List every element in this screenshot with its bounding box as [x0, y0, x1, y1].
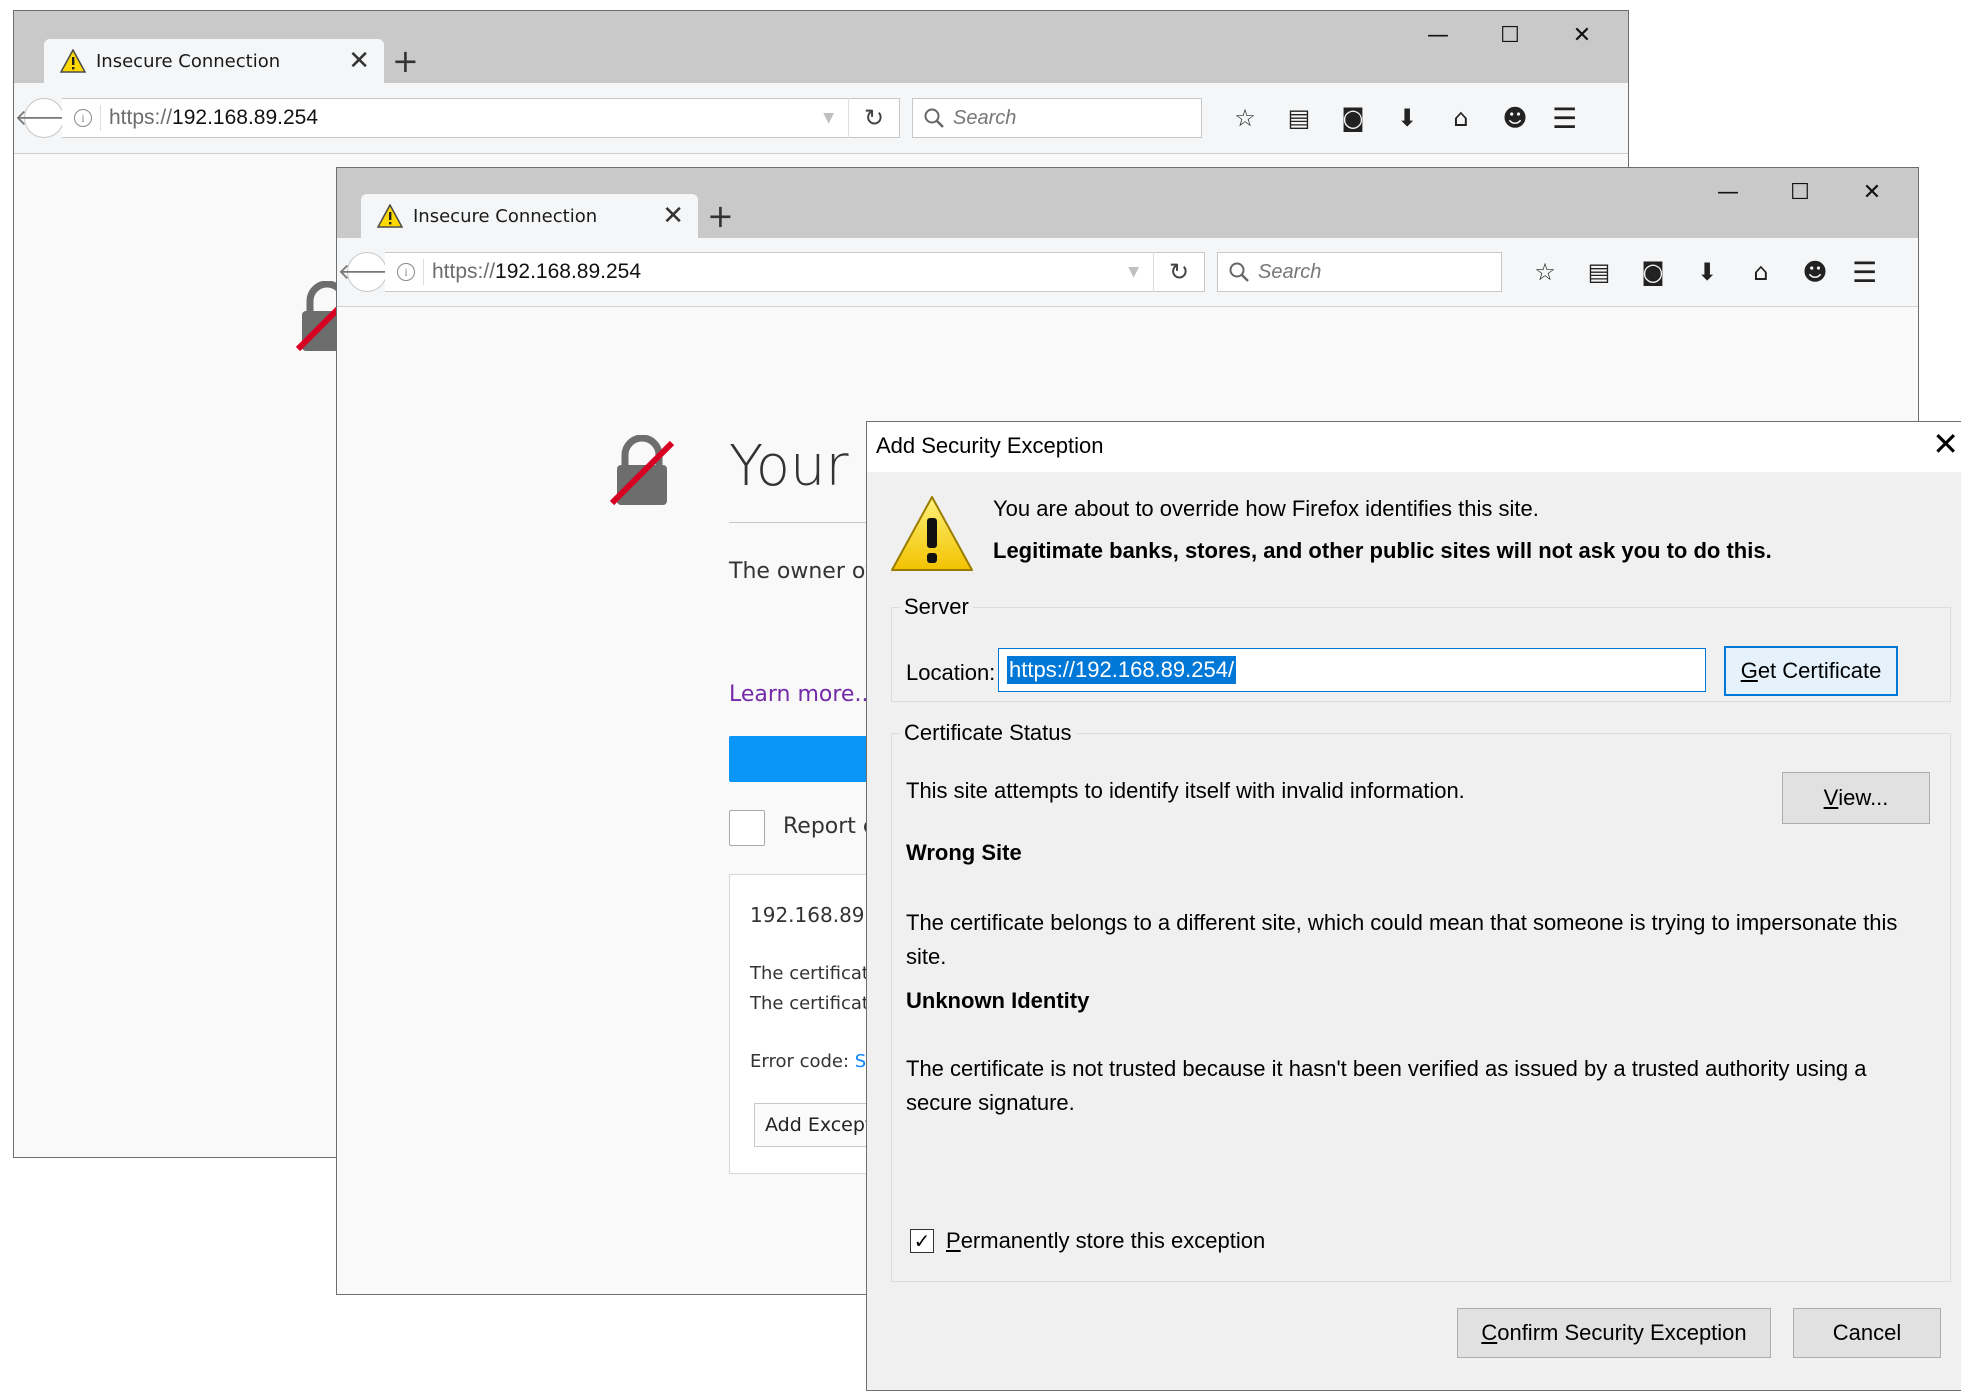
bookmark-star-icon[interactable]: ☆: [1218, 104, 1272, 132]
download-icon[interactable]: ⬇: [1380, 104, 1434, 132]
chat-icon[interactable]: ☻: [1488, 104, 1542, 132]
dialog-warning-text: Legitimate banks, stores, and other publ…: [993, 538, 1772, 563]
warning-icon: [60, 49, 86, 73]
dialog-message: You are about to override how Firefox id…: [993, 496, 1539, 521]
url-bar[interactable]: i https://192.168.89.254 ▼ ↻: [62, 98, 900, 138]
reading-list-icon[interactable]: ▤: [1572, 258, 1626, 286]
pocket-icon[interactable]: ◙: [1326, 104, 1380, 132]
permanent-store-label: Permanently store this exception: [946, 1228, 1266, 1253]
window-controls: — ☐ ✕: [1402, 25, 1618, 47]
bookmark-star-icon[interactable]: ☆: [1518, 258, 1572, 286]
advanced-host: 192.168.89.2: [750, 903, 884, 927]
home-icon[interactable]: ⌂: [1434, 104, 1488, 132]
wrong-site-heading: Wrong Site: [906, 840, 1022, 865]
close-window-icon[interactable]: ✕: [1836, 182, 1908, 204]
url-text[interactable]: https://192.168.89.254: [432, 260, 1128, 284]
tab-insecure-connection[interactable]: Insecure Connection ✕: [44, 39, 384, 83]
nav-bar: 🡐 i https://192.168.89.254 ▼ ↻ Search ☆ …: [337, 238, 1918, 307]
new-tab-icon[interactable]: +: [707, 200, 734, 232]
advanced-line: The certificat: [750, 993, 869, 1014]
info-icon[interactable]: i: [74, 109, 92, 127]
advanced-line: The certificat: [750, 963, 869, 984]
toolbar-icons: ☆ ▤ ◙ ⬇ ⌂ ☻: [1218, 104, 1542, 132]
search-icon: [1229, 262, 1249, 282]
learn-more-link[interactable]: Learn more...: [729, 682, 875, 707]
error-code: Error code: S: [750, 1051, 867, 1072]
reading-list-icon[interactable]: ▤: [1272, 104, 1326, 132]
tab-insecure-connection[interactable]: Insecure Connection ✕: [361, 194, 698, 238]
tab-strip: Insecure Connection ✕ + — ☐ ✕: [14, 11, 1628, 83]
back-arrow-icon[interactable]: 🡐: [15, 98, 74, 138]
dialog-titlebar: Add Security Exception ✕: [867, 422, 1961, 472]
url-bar[interactable]: i https://192.168.89.254 ▼ ↻: [385, 252, 1205, 292]
tab-close-icon[interactable]: ✕: [348, 48, 370, 74]
new-tab-icon[interactable]: +: [392, 45, 419, 77]
unknown-identity-heading: Unknown Identity: [906, 988, 1090, 1013]
search-placeholder: Search: [1258, 260, 1322, 283]
reload-icon[interactable]: ↻: [1153, 252, 1204, 292]
tab-title: Insecure Connection: [413, 205, 598, 227]
permanent-store-checkbox[interactable]: ✓ Permanently store this exception: [910, 1228, 1265, 1254]
toolbar-icons: ☆ ▤ ◙ ⬇ ⌂ ☻: [1518, 258, 1842, 286]
home-icon[interactable]: ⌂: [1734, 258, 1788, 286]
minimize-icon[interactable]: —: [1402, 25, 1474, 47]
status-intro: This site attempts to identify itself wi…: [906, 778, 1465, 803]
back-arrow-icon[interactable]: 🡐: [338, 252, 397, 292]
location-input[interactable]: https://192.168.89.254/: [998, 648, 1706, 692]
get-certificate-button[interactable]: Get Certificate: [1724, 646, 1898, 696]
view-certificate-button[interactable]: View...: [1782, 772, 1930, 824]
download-icon[interactable]: ⬇: [1680, 258, 1734, 286]
menu-icon[interactable]: ☰: [1852, 256, 1877, 289]
maximize-icon[interactable]: ☐: [1474, 25, 1546, 47]
search-bar[interactable]: Search: [1217, 252, 1502, 292]
dialog-title: Add Security Exception: [876, 433, 1104, 458]
tab-close-icon[interactable]: ✕: [662, 203, 684, 229]
chat-icon[interactable]: ☻: [1788, 258, 1842, 286]
checkbox-checked-icon[interactable]: ✓: [910, 1229, 934, 1253]
nav-bar: 🡐 i https://192.168.89.254 ▼ ↻ Search ☆ …: [14, 83, 1628, 154]
broken-lock-icon: [610, 435, 674, 506]
pocket-icon[interactable]: ◙: [1626, 258, 1680, 286]
url-separator: [100, 105, 101, 131]
warning-icon: [377, 204, 403, 228]
tab-title: Insecure Connection: [96, 50, 281, 72]
search-icon: [924, 108, 944, 128]
tab-strip: Insecure Connection ✕ + — ☐ ✕: [337, 168, 1918, 238]
error-code-link[interactable]: S: [855, 1051, 866, 1072]
search-bar[interactable]: Search: [912, 98, 1202, 138]
wrong-site-text: The certificate belongs to a different s…: [906, 910, 1898, 969]
maximize-icon[interactable]: ☐: [1764, 182, 1836, 204]
report-checkbox[interactable]: [729, 810, 765, 846]
url-separator: [423, 259, 424, 285]
dialog-close-icon[interactable]: ✕: [1932, 428, 1959, 460]
url-dropdown-icon[interactable]: ▼: [823, 110, 834, 126]
certificate-status-legend: Certificate Status: [904, 720, 1072, 745]
unknown-identity-text: The certificate is not trusted because i…: [906, 1056, 1867, 1115]
close-window-icon[interactable]: ✕: [1546, 25, 1618, 47]
certificate-status-group: Certificate Status This site attempts to…: [891, 720, 1951, 1282]
cancel-button[interactable]: Cancel: [1793, 1308, 1941, 1358]
add-security-exception-dialog: Add Security Exception ✕ You are about t…: [866, 421, 1961, 1391]
confirm-security-exception-button[interactable]: Confirm Security Exception: [1457, 1308, 1771, 1358]
location-value: https://192.168.89.254/: [1007, 656, 1237, 684]
report-label: Report e: [783, 814, 877, 839]
url-text[interactable]: https://192.168.89.254: [109, 106, 823, 130]
url-dropdown-icon[interactable]: ▼: [1128, 264, 1139, 280]
search-placeholder: Search: [953, 106, 1017, 129]
minimize-icon[interactable]: —: [1692, 182, 1764, 204]
server-legend: Server: [904, 594, 969, 619]
reload-icon[interactable]: ↻: [848, 98, 899, 138]
window-controls: — ☐ ✕: [1692, 182, 1908, 204]
menu-icon[interactable]: ☰: [1552, 102, 1577, 135]
server-group: Server Location: https://192.168.89.254/…: [891, 594, 1951, 702]
info-icon[interactable]: i: [397, 263, 415, 281]
warning-icon: [891, 496, 973, 571]
location-label: Location:: [906, 660, 996, 685]
